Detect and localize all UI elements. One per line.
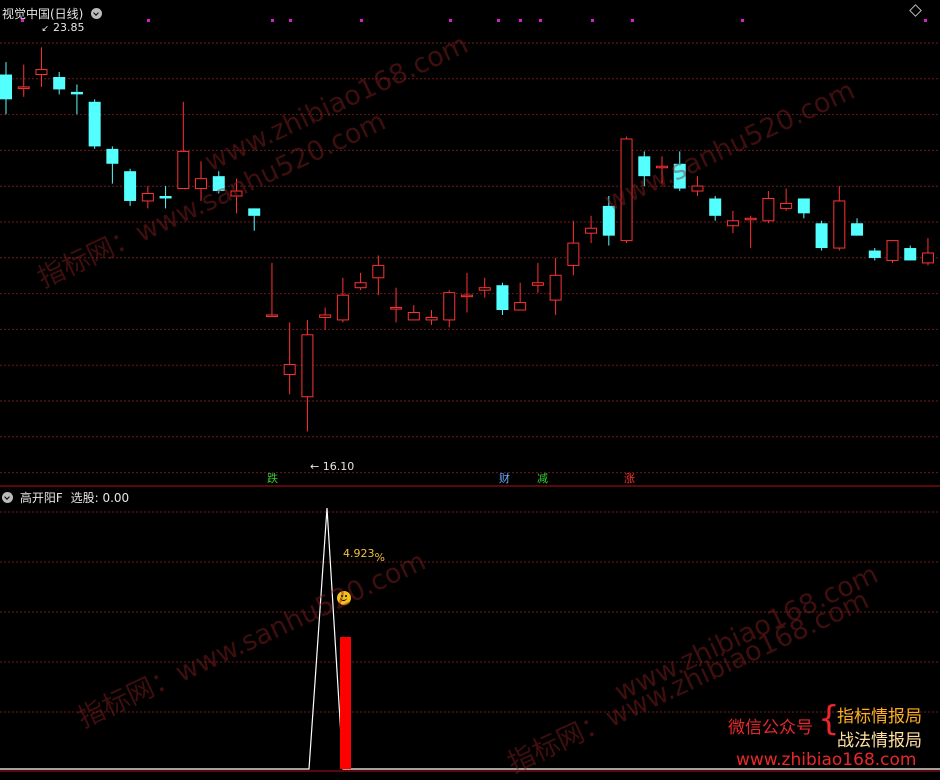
candle-body-up <box>620 138 633 242</box>
candle-body-up <box>549 274 562 301</box>
candle-body-up <box>762 197 775 222</box>
signal-dot <box>741 19 744 22</box>
candle-body-up <box>585 227 598 234</box>
candle-body-down <box>851 223 864 236</box>
candle-body-down <box>709 198 722 216</box>
candle-body-up <box>691 185 704 192</box>
indicator-title: 高开阳F <box>19 491 63 505</box>
candle-body-up <box>780 202 793 209</box>
signal-dot <box>497 19 500 22</box>
candle-body-up <box>17 86 30 89</box>
candle-body-down <box>248 208 261 216</box>
indicator-bar <box>340 637 351 769</box>
candle-body-up <box>141 193 154 202</box>
candle-body-up <box>230 190 243 197</box>
candle-body-down <box>496 285 509 311</box>
badge-cai[interactable]: 财 <box>498 472 511 485</box>
signal-dot <box>271 19 274 22</box>
badge-jian[interactable]: 减 <box>536 472 549 485</box>
indicator-panel-header: 高开阳F 选股: 0.00 <box>2 489 129 506</box>
high-price-label: ← 23.85 <box>39 21 85 36</box>
candle-body-down <box>53 77 66 90</box>
candle-body-down <box>124 171 137 201</box>
brand-line1: 指标情报局 <box>837 707 922 727</box>
candle-body-up <box>372 264 385 279</box>
percent-label: 4.923% <box>343 547 385 564</box>
candle-body-up <box>425 316 438 321</box>
select-label: 选股: <box>70 491 99 505</box>
candle-body-down <box>673 163 686 189</box>
candle-body-down <box>815 223 828 249</box>
candle-body-up <box>726 220 739 227</box>
candle-body-up <box>283 364 296 375</box>
signal-dot <box>449 19 452 22</box>
brand-line2: 战法情报局 <box>837 731 922 751</box>
candle-body-up <box>886 240 899 261</box>
candle-body-down <box>159 195 172 199</box>
dropdown-icon[interactable] <box>91 8 103 19</box>
candle-body-down <box>70 91 83 95</box>
candle-body-up <box>478 287 491 291</box>
candle-body-down <box>602 205 615 236</box>
candle-body-up <box>301 334 314 398</box>
signal-dot <box>591 19 594 22</box>
candle-body-up <box>656 165 669 169</box>
candle-body-down <box>212 176 225 192</box>
candle-body-up <box>921 252 934 264</box>
low-price-value: 16.10 <box>322 460 355 473</box>
brand-url: www.zhibiao168.com <box>736 750 917 770</box>
badge-die[interactable]: 跌 <box>266 472 279 485</box>
stock-title: 视觉中国(日线) <box>2 7 84 21</box>
percent-sign: % <box>374 551 385 564</box>
candle-body-up <box>407 311 420 321</box>
candle-body-down <box>904 248 917 261</box>
dropdown-icon[interactable] <box>2 492 13 503</box>
signal-dot <box>147 19 150 22</box>
signal-dot <box>289 19 292 22</box>
candle-body-down <box>638 156 651 177</box>
candle-body-up <box>833 200 846 249</box>
candle-body-up <box>265 314 278 317</box>
smiley-icon <box>337 591 351 605</box>
candle-body-up <box>336 294 349 321</box>
arrow-icon: ← <box>310 460 320 473</box>
signal-dot <box>539 19 542 22</box>
candle-body-down <box>106 148 119 164</box>
candle-body-up <box>514 302 527 311</box>
candle-body-up <box>390 307 403 310</box>
main-panel-header: 视觉中国(日线) <box>2 5 105 22</box>
select-value: 0.00 <box>102 491 130 505</box>
signal-dot <box>924 19 927 22</box>
signal-dot <box>519 19 522 22</box>
low-price-label: ← 16.10 <box>310 460 354 473</box>
candle-body-up <box>567 242 580 266</box>
candle-body-up <box>744 217 757 221</box>
candle-body-up <box>443 292 456 321</box>
candle-body-up <box>354 282 367 289</box>
high-price-value: 23.85 <box>53 21 85 34</box>
candle-body-up <box>319 314 332 318</box>
chart-stage: 视觉中国(日线) 高开阳F 选股: 0.00 ← 23.85 ← 16.10 跌… <box>0 0 940 779</box>
signal-dot <box>631 19 634 22</box>
percent-value: 4.923 <box>343 547 375 560</box>
candle-body-down <box>797 198 810 214</box>
badge-zhang[interactable]: 涨 <box>623 472 636 485</box>
brand-wechat: 微信公众号 <box>728 718 813 738</box>
signal-dot <box>360 19 363 22</box>
candle-body-down <box>868 250 881 258</box>
candle-body-up <box>177 150 190 190</box>
candle-body-up <box>531 282 544 286</box>
kline-chart[interactable] <box>0 0 940 776</box>
candle-body-up <box>35 69 48 76</box>
arrow-icon: ← <box>39 22 52 36</box>
candle-body-up <box>460 294 473 298</box>
candle-body-down <box>0 74 12 100</box>
candle-body-down <box>88 101 101 147</box>
candle-body-up <box>195 178 208 190</box>
